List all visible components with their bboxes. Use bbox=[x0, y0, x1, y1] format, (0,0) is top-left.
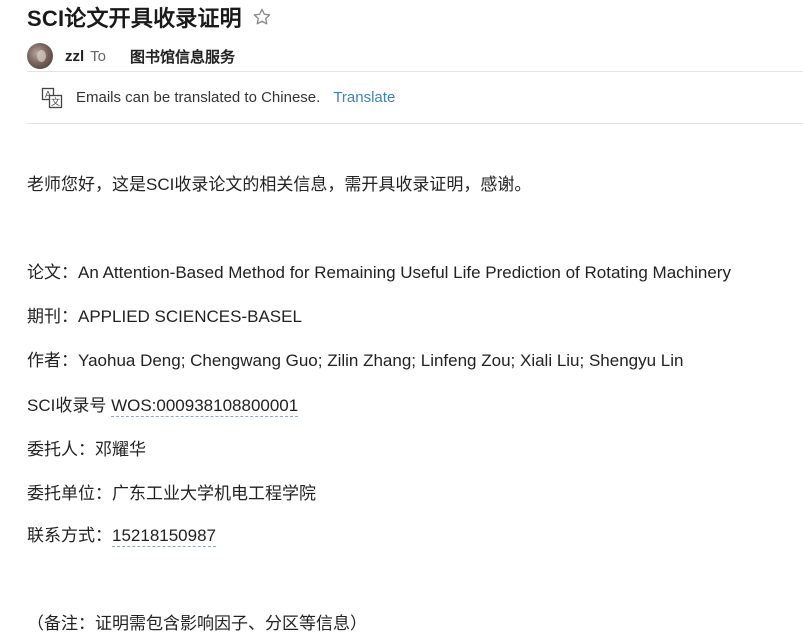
sender-name[interactable]: zzl bbox=[65, 48, 84, 65]
unit-label: 委托单位： bbox=[27, 484, 112, 503]
authors-list: Yaohua Deng; Chengwang Guo; Zilin Zhang;… bbox=[78, 351, 684, 370]
translate-link[interactable]: Translate bbox=[333, 89, 395, 106]
star-icon[interactable] bbox=[252, 7, 272, 27]
sci-line: SCI收录号 WOS:000938108800001 bbox=[27, 391, 299, 417]
translate-icon: A 文 bbox=[41, 87, 63, 109]
journal-name: APPLIED SCIENCES-BASEL bbox=[78, 307, 302, 326]
greeting-text: 老师您好，这是SCI收录论文的相关信息，需开具收录证明，感谢。 bbox=[27, 175, 532, 194]
authors-line: 作者：Yaohua Deng; Chengwang Guo; Zilin Zha… bbox=[27, 346, 683, 371]
note-line: （备注：证明需包含影响因子、分区等信息） bbox=[27, 609, 367, 634]
journal-label: 期刊： bbox=[27, 307, 78, 326]
paper-line: 论文：An Attention-Based Method for Remaini… bbox=[27, 258, 731, 283]
sender-row: zzl To 图书馆信息服务 bbox=[27, 42, 235, 70]
paper-title: An Attention-Based Method for Remaining … bbox=[78, 263, 731, 282]
client-label: 委托人： bbox=[27, 440, 95, 459]
translate-bar: A 文 Emails can be translated to Chinese.… bbox=[27, 71, 803, 124]
sci-accession-number[interactable]: WOS:000938108800001 bbox=[111, 396, 299, 417]
unit-line: 委托单位：广东工业大学机电工程学院 bbox=[27, 479, 316, 504]
translate-message: Emails can be translated to Chinese. bbox=[76, 89, 321, 106]
avatar[interactable] bbox=[27, 43, 53, 69]
journal-line: 期刊：APPLIED SCIENCES-BASEL bbox=[27, 302, 302, 327]
recipient-name[interactable]: 图书馆信息服务 bbox=[130, 46, 235, 67]
contact-line: 联系方式：15218150987 bbox=[27, 521, 217, 547]
authors-label: 作者： bbox=[27, 351, 78, 370]
client-line: 委托人：邓耀华 bbox=[27, 435, 146, 460]
contact-label: 联系方式： bbox=[27, 526, 112, 545]
email-subject-row: SCI论文开具收录证明 bbox=[27, 2, 272, 32]
client-name: 邓耀华 bbox=[95, 440, 146, 459]
to-label: To bbox=[90, 47, 107, 65]
greeting-line: 老师您好，这是SCI收录论文的相关信息，需开具收录证明，感谢。 bbox=[27, 170, 531, 195]
note-text: （备注：证明需包含影响因子、分区等信息） bbox=[27, 614, 367, 633]
contact-phone[interactable]: 15218150987 bbox=[112, 526, 217, 547]
unit-name: 广东工业大学机电工程学院 bbox=[112, 484, 316, 503]
sci-label: SCI收录号 bbox=[27, 396, 112, 415]
paper-label: 论文： bbox=[27, 263, 78, 282]
email-subject: SCI论文开具收录证明 bbox=[27, 6, 242, 31]
svg-text:文: 文 bbox=[51, 96, 60, 108]
